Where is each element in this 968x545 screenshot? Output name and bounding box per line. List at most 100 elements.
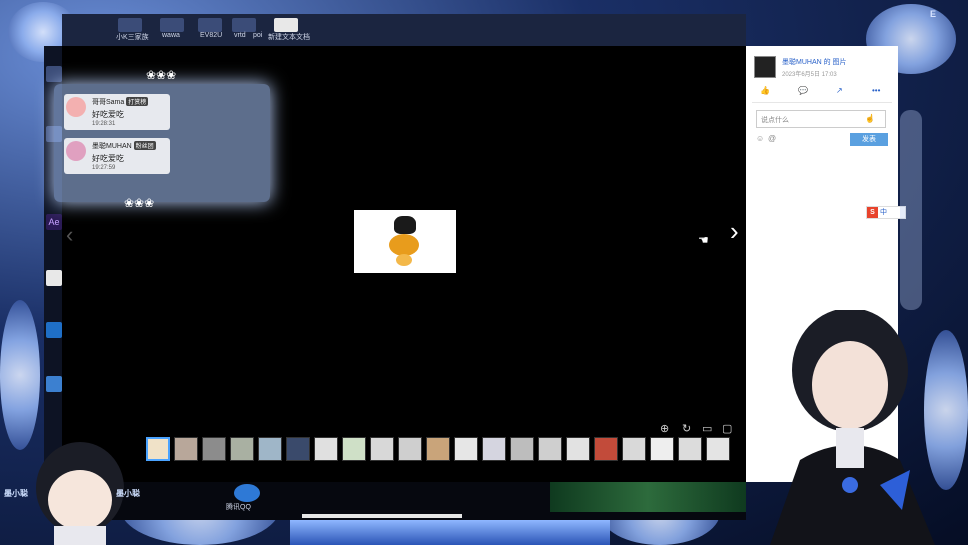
pointer-icon: ☝ — [865, 114, 875, 123]
mention-icon[interactable]: @ — [768, 134, 776, 143]
desktop-icon-row: 小K三家族 wawa EV82U vrtd poi 新建文本文档 — [62, 14, 746, 46]
ime-mode[interactable]: 中 — [880, 209, 887, 216]
ornament-icon: ❀❀❀ — [124, 196, 155, 210]
chat-timestamp: 19:27:59 — [92, 165, 116, 171]
app-icon[interactable] — [46, 270, 62, 286]
avatar-gem — [842, 477, 858, 493]
share-icon[interactable]: ↗ — [836, 86, 843, 95]
cat-body-shape — [389, 234, 419, 256]
thumbnail[interactable] — [286, 437, 310, 461]
after-effects-icon[interactable]: Ae — [46, 214, 62, 230]
thumbnail[interactable] — [342, 437, 366, 461]
thumbnail[interactable] — [258, 437, 282, 461]
like-icon[interactable]: 👍 — [760, 86, 770, 95]
brand-logo: E — [930, 9, 937, 19]
thumbnail[interactable] — [230, 437, 254, 461]
thumbnail[interactable] — [482, 437, 506, 461]
thumbnail[interactable] — [454, 437, 478, 461]
background-scene — [550, 482, 746, 512]
taskbar-label: 腾讯QQ — [226, 504, 251, 511]
taskbar: 腾讯QQ — [62, 482, 746, 520]
cat-head-shape — [394, 216, 416, 234]
thumbnail[interactable] — [398, 437, 422, 461]
zoom-in-icon[interactable]: ⊕ — [660, 422, 669, 435]
frame-decoration — [900, 110, 922, 310]
viewed-image[interactable] — [354, 210, 456, 273]
thumbnail[interactable] — [426, 437, 450, 461]
avatar-face — [812, 341, 888, 429]
desktop-icon-label: poi — [253, 32, 263, 39]
app-icon[interactable] — [118, 18, 142, 32]
app-icon[interactable] — [46, 376, 62, 392]
chat-username: 哥哥Sama 打赏榜 — [92, 97, 149, 107]
chat-username-text: 墨聪MUHAN — [92, 143, 132, 150]
chat-timestamp: 19:28:31 — [92, 121, 116, 127]
desktop-icon-label: 新建文本文档 — [268, 34, 310, 41]
chat-username-text: 哥哥Sama — [92, 99, 125, 106]
text-file-icon[interactable] — [274, 18, 298, 32]
thumbnail[interactable] — [706, 437, 730, 461]
app-icon[interactable] — [198, 18, 222, 32]
avatar-collar — [836, 428, 864, 468]
avatar[interactable] — [754, 56, 776, 78]
qq-icon[interactable] — [234, 484, 260, 502]
chat-username: 墨聪MUHAN 粉丝团 — [92, 141, 156, 151]
fullscreen-icon[interactable]: ▢ — [722, 422, 732, 435]
app-icon[interactable] — [160, 18, 184, 32]
thumbnail[interactable] — [622, 437, 646, 461]
poster-name[interactable]: 墨聪MUHAN 的 图片 — [782, 57, 847, 67]
submit-button[interactable]: 发表 — [850, 133, 888, 146]
avatar — [66, 97, 86, 117]
more-icon[interactable]: ••• — [872, 86, 880, 95]
desktop-icon-label: wawa — [162, 32, 180, 39]
desktop-icon-label: EV82U — [200, 32, 223, 39]
comment-input[interactable]: 说点什么 ☝ — [756, 110, 886, 128]
thumbnail[interactable] — [146, 437, 170, 461]
horizontal-scrollbar[interactable] — [302, 514, 462, 518]
chat-text: 好吃爱吃 — [92, 110, 124, 119]
thumbnail[interactable] — [538, 437, 562, 461]
tag-label: 墨小聪 — [116, 489, 140, 498]
frame-decoration — [290, 520, 610, 545]
previous-image-button[interactable]: ‹ — [66, 222, 73, 248]
chibi-face — [48, 470, 112, 530]
next-image-button[interactable]: › — [730, 216, 739, 247]
chat-message: 墨聪MUHAN 粉丝团 好吃爱吃 19:27:59 — [64, 138, 170, 174]
chibi-body — [54, 526, 106, 545]
thumbnail[interactable] — [314, 437, 338, 461]
app-icon[interactable] — [46, 322, 62, 338]
chat-text: 好吃爱吃 — [92, 154, 124, 163]
thumbnail[interactable] — [510, 437, 534, 461]
emoji-icon[interactable]: ☺ — [756, 134, 764, 143]
chat-overlay: ❀❀❀ ❀❀❀ 哥哥Sama 打赏榜 好吃爱吃 19:28:31 墨聪MUHAN 粉… — [54, 68, 270, 210]
divider — [752, 102, 892, 103]
avatar — [66, 141, 86, 161]
sogou-logo-icon: S — [867, 207, 878, 218]
fit-window-icon[interactable]: ▭ — [702, 422, 712, 435]
chat-badge: 打赏榜 — [126, 97, 149, 106]
comment-placeholder: 说点什么 — [761, 117, 789, 124]
desktop-icon-label: 小K三家族 — [116, 34, 149, 41]
thumbnail-strip — [146, 437, 746, 461]
streamer-avatar — [770, 310, 935, 545]
thumbnail[interactable] — [678, 437, 702, 461]
tag-label: 墨小聪 — [4, 489, 28, 498]
desktop-icon-label: vrtd — [234, 32, 246, 39]
thumbnail[interactable] — [650, 437, 674, 461]
thumbnail[interactable] — [202, 437, 226, 461]
decorative-flower — [0, 300, 40, 450]
thumbnail[interactable] — [594, 437, 618, 461]
chat-badge: 粉丝团 — [133, 141, 156, 150]
post-time: 2023年6月5日 17:03 — [782, 72, 837, 78]
thumbnail[interactable] — [174, 437, 198, 461]
rotate-icon[interactable]: ↻ — [682, 422, 691, 435]
ornament-icon: ❀❀❀ — [146, 68, 177, 82]
cat-foot-shape — [396, 254, 412, 266]
chat-message: 哥哥Sama 打赏榜 好吃爱吃 19:28:31 — [64, 94, 170, 130]
thumbnail[interactable] — [566, 437, 590, 461]
thumbnail[interactable] — [370, 437, 394, 461]
app-icon[interactable] — [46, 66, 62, 82]
app-icon[interactable] — [232, 18, 256, 32]
hand-cursor-icon: ☚ — [698, 233, 709, 247]
comment-icon[interactable]: 💬 — [798, 86, 808, 95]
